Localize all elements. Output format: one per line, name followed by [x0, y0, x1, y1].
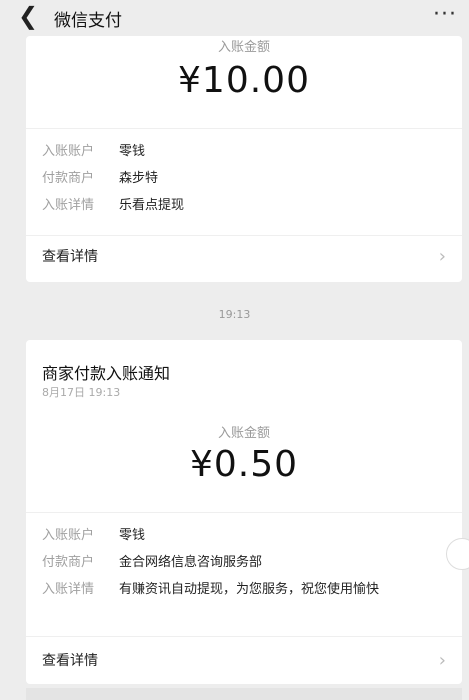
- row-value: 有赚资讯自动提现，为您服务，祝您使用愉快: [119, 582, 380, 597]
- page-title: 微信支付: [54, 11, 122, 31]
- chevron-left-icon[interactable]: ❮: [18, 4, 38, 28]
- amount-label: 入账金额: [217, 426, 270, 441]
- amount-value: ¥10.00: [178, 60, 310, 101]
- amount-label: 入账金额: [217, 40, 270, 55]
- row-key: 入账账户: [42, 528, 95, 543]
- notice-date: 8月17日 19:13: [42, 386, 121, 399]
- payment-card-2: 商家付款入账通知 8月17日 19:13 入账金额 ¥0.50 入账账户 零钱 …: [26, 340, 462, 684]
- chevron-right-icon: ›: [438, 650, 446, 671]
- row-key: 入账详情: [42, 198, 95, 213]
- row-key: 付款商户: [42, 555, 95, 570]
- row-value: 森步特: [119, 171, 159, 186]
- row-key: 入账账户: [42, 144, 95, 159]
- payment-card-1: 入账金额 ¥10.00 入账账户 零钱 付款商户 森步特 入账详情 乐看点提现 …: [26, 36, 462, 282]
- bottom-edge: [26, 688, 462, 700]
- row-key: 入账详情: [42, 582, 95, 597]
- row-value: 零钱: [119, 528, 146, 543]
- divider: [26, 128, 462, 129]
- view-details-link[interactable]: 查看详情 ›: [42, 646, 446, 676]
- row-key: 付款商户: [42, 171, 95, 186]
- divider: [26, 512, 462, 513]
- row-value: 金合网络信息咨询服务部: [119, 555, 263, 570]
- top-bar: ❮ 微信支付 ···: [0, 0, 469, 36]
- row-value: 乐看点提现: [119, 198, 185, 213]
- message-timestamp: 19:13: [218, 308, 251, 321]
- more-icon[interactable]: ···: [433, 2, 457, 27]
- row-value: 零钱: [119, 144, 146, 159]
- chevron-right-icon: ›: [438, 246, 446, 267]
- view-details-label: 查看详情: [42, 249, 98, 265]
- view-details-link[interactable]: 查看详情 ›: [42, 242, 446, 272]
- amount-value: ¥0.50: [189, 444, 299, 485]
- divider: [26, 636, 462, 637]
- notice-title: 商家付款入账通知: [42, 364, 171, 383]
- view-details-label: 查看详情: [42, 653, 98, 669]
- divider: [26, 235, 462, 236]
